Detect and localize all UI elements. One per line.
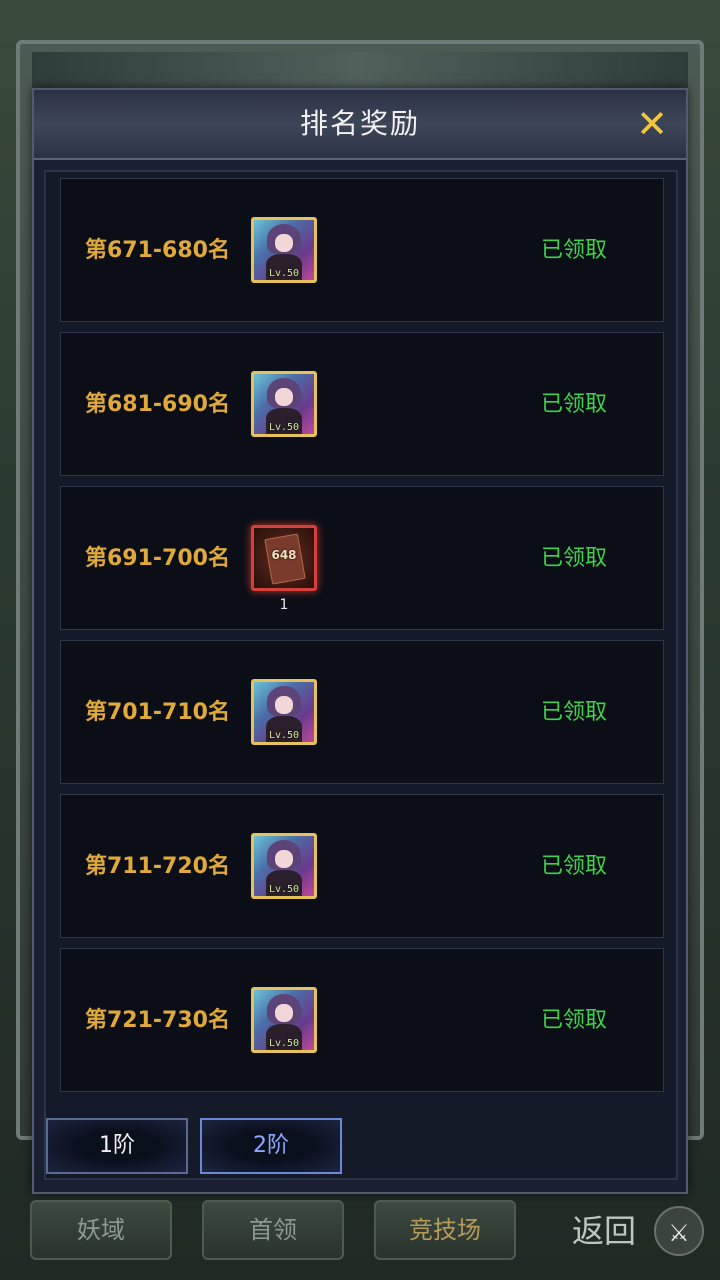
- hero-level: Lv.50: [268, 1038, 300, 1049]
- claimed-status: 已领取: [540, 700, 607, 725]
- hero-level: Lv.50: [268, 730, 300, 741]
- background-scenery: [32, 52, 688, 92]
- back-button[interactable]: 返回 ⚔: [560, 1202, 710, 1260]
- close-icon[interactable]: ✕: [632, 104, 672, 144]
- hero-reward-icon[interactable]: Lv.50: [251, 987, 317, 1053]
- card-reward-icon[interactable]: 648: [251, 525, 317, 591]
- claimed-status: 已领取: [540, 1008, 607, 1033]
- reward-row: 第721-730名 Lv.50 已领取: [60, 948, 664, 1092]
- rank-range: 第691-700名: [85, 546, 230, 571]
- hero-face: [275, 696, 293, 714]
- rank-range: 第721-730名: [85, 1008, 230, 1033]
- back-label: 返回: [572, 1212, 637, 1250]
- rank-range: 第671-680名: [85, 238, 230, 263]
- rank-range: 第681-690名: [85, 392, 230, 417]
- hero-reward-icon[interactable]: Lv.50: [251, 217, 317, 283]
- claimed-status: 已领取: [540, 392, 607, 417]
- reward-row: 第681-690名 Lv.50 已领取: [60, 332, 664, 476]
- nav-demon-domain-button[interactable]: 妖域: [30, 1200, 172, 1260]
- dialog-title: 排名奖励: [299, 107, 420, 140]
- reward-row: 第711-720名 Lv.50 已领取: [60, 794, 664, 938]
- reward-row: 第671-680名 Lv.50 已领取: [60, 178, 664, 322]
- rank-range: 第711-720名: [85, 854, 230, 879]
- claimed-status: 已领取: [540, 238, 607, 263]
- reward-row: 第701-710名 Lv.50 已领取: [60, 640, 664, 784]
- tab-tier-2[interactable]: 2阶: [200, 1118, 342, 1174]
- dialog-title-bar: 排名奖励 ✕: [34, 90, 686, 160]
- reward-row: 第691-700名 648 1 已领取: [60, 486, 664, 630]
- hero-reward-icon[interactable]: Lv.50: [251, 833, 317, 899]
- swords-icon: ⚔: [654, 1206, 704, 1256]
- claimed-status: 已领取: [540, 854, 607, 879]
- nav-arena-button[interactable]: 竞技场: [374, 1200, 516, 1260]
- hero-face: [275, 1004, 293, 1022]
- hero-reward-icon[interactable]: Lv.50: [251, 371, 317, 437]
- card-value: 648: [271, 548, 297, 562]
- hero-level: Lv.50: [268, 268, 300, 279]
- reward-quantity: 1: [279, 597, 289, 613]
- rank-range: 第701-710名: [85, 700, 230, 725]
- claimed-status: 已领取: [540, 546, 607, 571]
- hero-level: Lv.50: [268, 422, 300, 433]
- hero-face: [275, 234, 293, 252]
- rank-reward-dialog: 排名奖励 ✕ 第671-680名 Lv.50 已领取 第681-690名 Lv.…: [32, 88, 688, 1194]
- hero-reward-icon[interactable]: Lv.50: [251, 679, 317, 745]
- nav-boss-button[interactable]: 首领: [202, 1200, 344, 1260]
- hero-face: [275, 388, 293, 406]
- hero-face: [275, 850, 293, 868]
- tab-tier-1[interactable]: 1阶: [46, 1118, 188, 1174]
- hero-level: Lv.50: [268, 884, 300, 895]
- reward-list[interactable]: 第671-680名 Lv.50 已领取 第681-690名 Lv.50 已领取 …: [44, 170, 678, 1180]
